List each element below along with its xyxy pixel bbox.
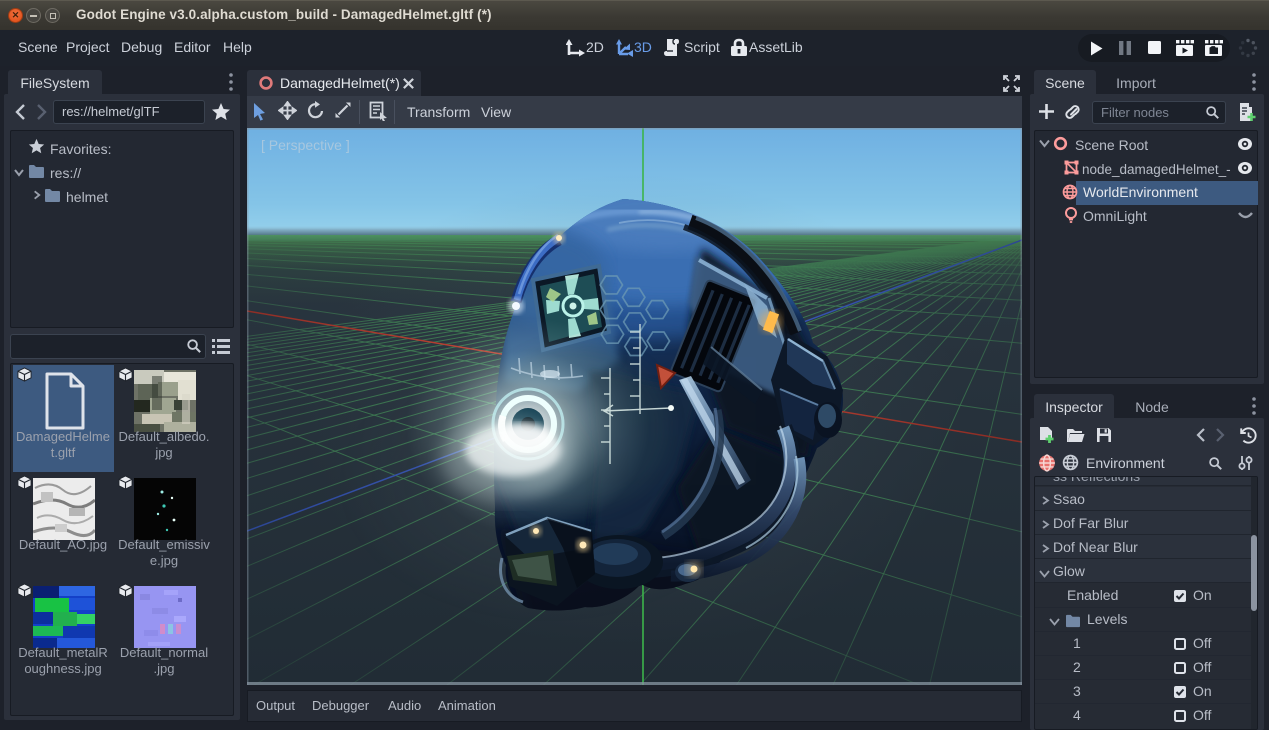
svg-text:[ Perspective ]: [ Perspective ] <box>261 137 350 153</box>
